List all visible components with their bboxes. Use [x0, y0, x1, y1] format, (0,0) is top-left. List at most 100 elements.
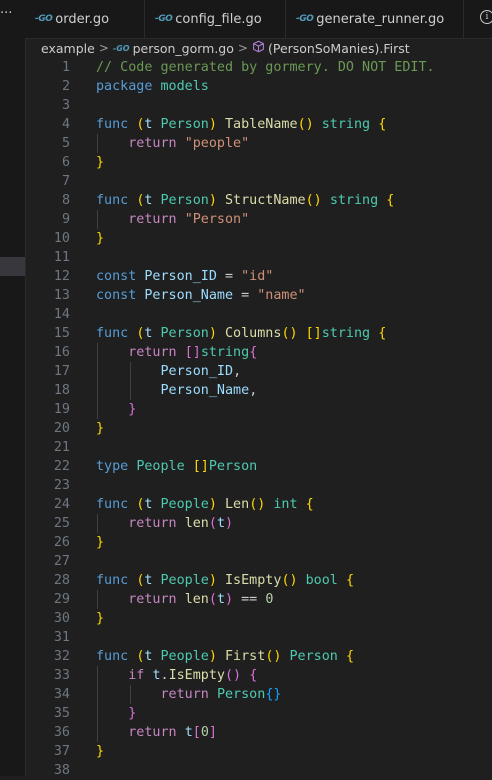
code-token: {: [249, 345, 258, 360]
code-token: type: [96, 459, 129, 474]
code-line[interactable]: 14: [25, 305, 492, 324]
code-line[interactable]: 32 func (t People) First() Person {: [25, 647, 492, 666]
code-token: []: [305, 326, 322, 341]
code-line[interactable]: 38: [25, 761, 492, 780]
tab-order-go[interactable]: -GO order.go: [25, 0, 145, 38]
code-line[interactable]: 34 return Person{}: [25, 685, 492, 704]
line-number: 30: [53, 611, 70, 626]
line-number: 33: [53, 668, 70, 683]
code-token: People: [136, 459, 185, 474]
code-token: ): [225, 592, 234, 607]
code-line[interactable]: 3: [25, 96, 492, 115]
code-text: func (t People) IsEmpty() bool {: [96, 571, 354, 590]
code-token: {: [345, 649, 354, 664]
code-token: Person_Name: [144, 288, 234, 303]
code-line[interactable]: 7: [25, 172, 492, 191]
code-line[interactable]: 21: [25, 438, 492, 457]
code-token: func: [96, 193, 129, 208]
code-line[interactable]: 33 if t.IsEmpty() {: [25, 666, 492, 685]
more-actions-icon[interactable]: ···: [0, 6, 12, 21]
code-token: =: [233, 288, 258, 303]
code-token: {: [378, 326, 387, 341]
code-line[interactable]: 17 Person_ID,: [25, 362, 492, 381]
line-number: 38: [53, 763, 70, 778]
code-line[interactable]: 20}: [25, 419, 492, 438]
line-number: 22: [53, 459, 70, 474]
code-token: t: [216, 592, 225, 607]
code-line[interactable]: 6}: [25, 153, 492, 172]
code-token: func: [96, 573, 129, 588]
code-line[interactable]: 23: [25, 476, 492, 495]
code-line[interactable]: 13 const Person_Name = "name": [25, 286, 492, 305]
code-line[interactable]: 15 func (t Person) Columns() []string {: [25, 324, 492, 343]
code-text: }: [96, 609, 104, 628]
code-line[interactable]: 11: [25, 248, 492, 267]
code-token: ]: [208, 725, 217, 740]
code-line[interactable]: 31: [25, 628, 492, 647]
code-line[interactable]: 37}: [25, 742, 492, 761]
code-line[interactable]: 30}: [25, 609, 492, 628]
code-line[interactable]: 24 func (t People) Len() int {: [25, 495, 492, 514]
code-token: 0: [200, 725, 209, 740]
code-line[interactable]: 1 // Code generated by gormery. DO NOT ED…: [25, 58, 492, 77]
code-line[interactable]: 35 }: [25, 704, 492, 723]
code-token: ==: [233, 592, 266, 607]
go-file-icon: -GO: [296, 14, 314, 24]
code-line[interactable]: 19 }: [25, 400, 492, 419]
code-line[interactable]: 18 Person_Name,: [25, 381, 492, 400]
code-token: Person: [160, 193, 209, 208]
code-text: }: [96, 229, 104, 248]
line-number: 27: [53, 554, 70, 569]
code-line[interactable]: 36 return t[0]: [25, 723, 492, 742]
code-line[interactable]: 12 const Person_ID = "id": [25, 267, 492, 286]
code-line[interactable]: 2 package models: [25, 77, 492, 96]
code-line[interactable]: 25 return len(t): [25, 514, 492, 533]
line-number: 20: [53, 421, 70, 436]
code-token: int: [273, 497, 298, 512]
line-number: 25: [53, 516, 70, 531]
info-icon[interactable]: i: [480, 10, 492, 24]
code-token: Person: [160, 326, 209, 341]
code-line[interactable]: 26}: [25, 533, 492, 552]
code-line[interactable]: 16 return []string{: [25, 343, 492, 362]
code-line[interactable]: 4 func (t Person) TableName() string {: [25, 115, 492, 134]
code-token: return: [128, 136, 177, 151]
code-token: []: [192, 459, 209, 474]
breadcrumb-file[interactable]: person_gorm.go: [133, 41, 234, 56]
code-line[interactable]: 29 return len(t) == 0: [25, 590, 492, 609]
breadcrumb-symbol[interactable]: (PersonSoManies).First: [268, 41, 410, 56]
code-line[interactable]: 10}: [25, 229, 492, 248]
code-line[interactable]: 28 func (t People) IsEmpty() bool {: [25, 571, 492, 590]
breadcrumb-folder[interactable]: example: [41, 41, 95, 56]
code-line[interactable]: 9 return "Person": [25, 210, 492, 229]
code-token: {}: [265, 687, 282, 702]
code-text: const Person_Name = "name": [96, 286, 306, 305]
code-token: (): [305, 193, 322, 208]
code-token: }: [128, 706, 137, 721]
line-number: 36: [53, 725, 70, 740]
code-line[interactable]: 5 return "people": [25, 134, 492, 153]
code-line[interactable]: 8 func (t Person) StructName() string {: [25, 191, 492, 210]
code-token: }: [96, 611, 105, 626]
selected-explorer-row[interactable]: [0, 257, 25, 276]
tab-generate-runner-go[interactable]: -GO generate_runner.go: [286, 0, 464, 38]
line-number: 4: [61, 117, 70, 132]
code-line[interactable]: 27: [25, 552, 492, 571]
line-number: 23: [53, 478, 70, 493]
code-token: []: [184, 345, 201, 360]
code-line[interactable]: 22 type People []Person: [25, 457, 492, 476]
code-editor[interactable]: 1 // Code generated by gormery. DO NOT ED…: [25, 57, 492, 778]
code-token: Len: [225, 497, 250, 512]
tab-config-file-go[interactable]: -GO config_file.go: [145, 0, 286, 38]
code-token: len: [184, 592, 209, 607]
